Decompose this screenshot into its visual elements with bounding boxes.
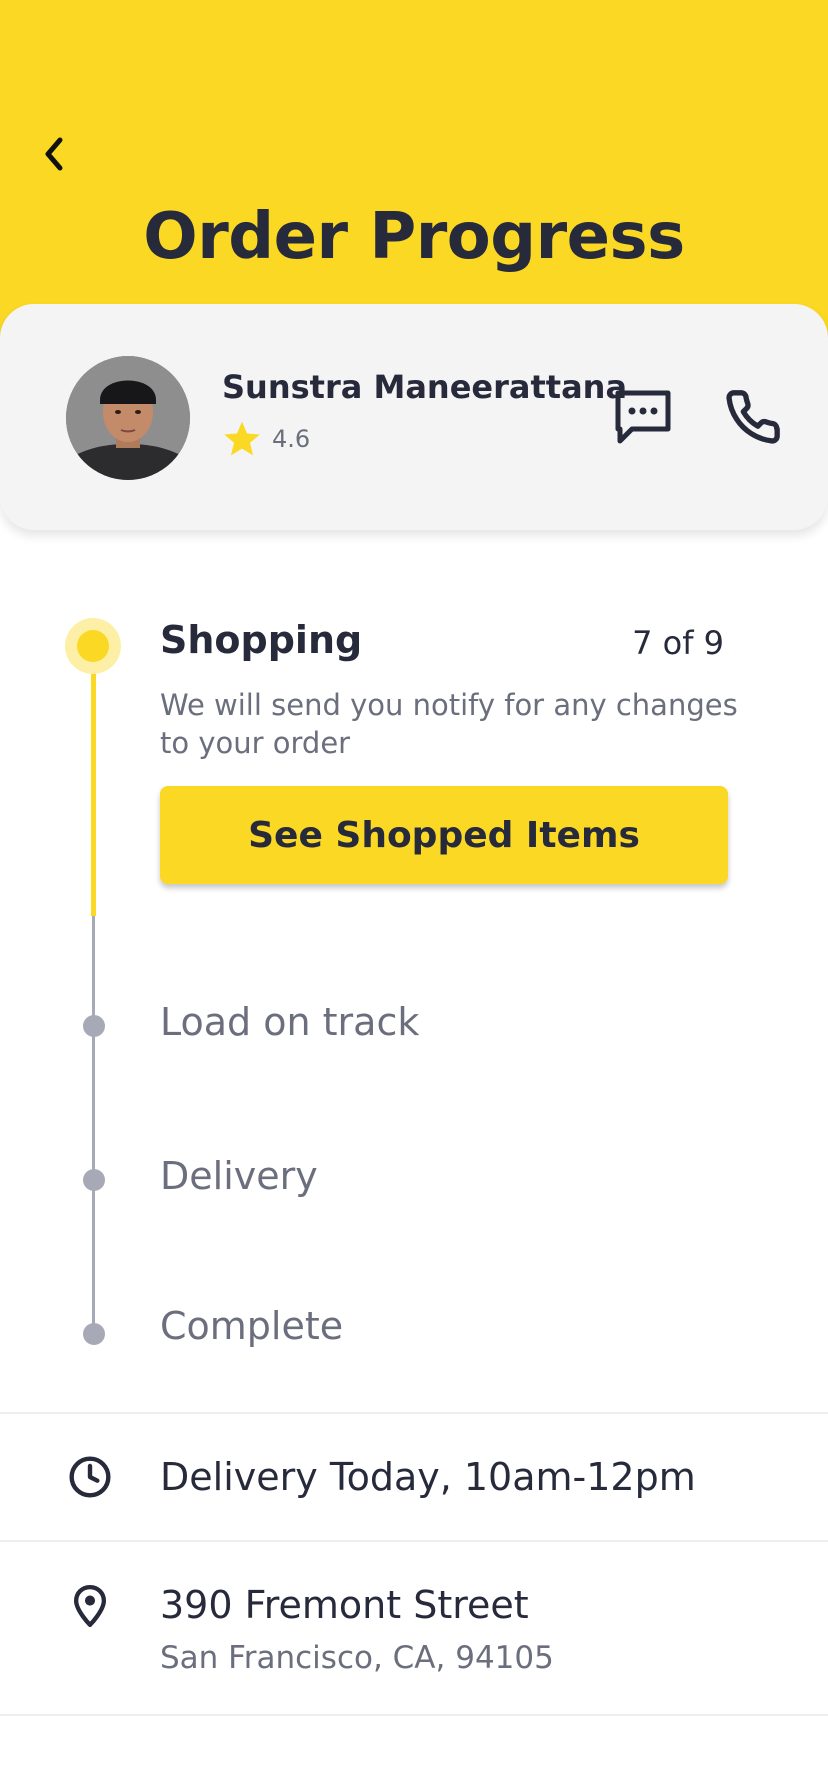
avatar — [66, 356, 190, 480]
chat-button[interactable] — [608, 382, 678, 452]
divider — [0, 1714, 828, 1716]
header: Order Progress — [0, 0, 828, 340]
step-title-delivery: Delivery — [160, 1154, 318, 1198]
back-button[interactable] — [36, 132, 72, 176]
chevron-left-icon — [45, 137, 63, 171]
divider — [0, 1412, 828, 1414]
step-dot-load-on-track — [83, 1015, 105, 1037]
divider — [0, 1540, 828, 1542]
step-dot-complete — [83, 1323, 105, 1345]
step-title-complete: Complete — [160, 1304, 344, 1348]
phone-icon — [726, 390, 780, 444]
address-line-1: 390 Fremont Street — [160, 1583, 529, 1627]
address-line-2: San Francisco, CA, 94105 — [160, 1640, 554, 1676]
see-shopped-items-button[interactable]: See Shopped Items — [160, 786, 728, 884]
shopper-card: Sunstra Maneerattana 4.6 — [0, 304, 828, 530]
clock-icon — [66, 1453, 114, 1501]
message-icon — [615, 390, 671, 444]
step-description: We will send you notify for any changes … — [160, 688, 738, 760]
map-pin-icon — [66, 1582, 114, 1630]
rating-value: 4.6 — [272, 425, 311, 453]
page-title: Order Progress — [143, 200, 685, 274]
star-icon — [224, 421, 260, 456]
delivery-time: Delivery Today, 10am-12pm — [160, 1455, 696, 1499]
timeline-line-completed — [91, 646, 96, 916]
step-dot-delivery — [83, 1169, 105, 1191]
step-title-load-on-track: Load on track — [160, 1000, 420, 1044]
step-count: 7 of 9 — [632, 624, 724, 662]
step-title-shopping: Shopping — [160, 618, 363, 662]
shopper-name: Sunstra Maneerattana — [222, 368, 628, 406]
call-button[interactable] — [718, 382, 788, 452]
shopper-rating: 4.6 — [222, 420, 310, 458]
timeline-line-pending — [92, 916, 95, 1334]
active-step-dot — [77, 630, 109, 662]
